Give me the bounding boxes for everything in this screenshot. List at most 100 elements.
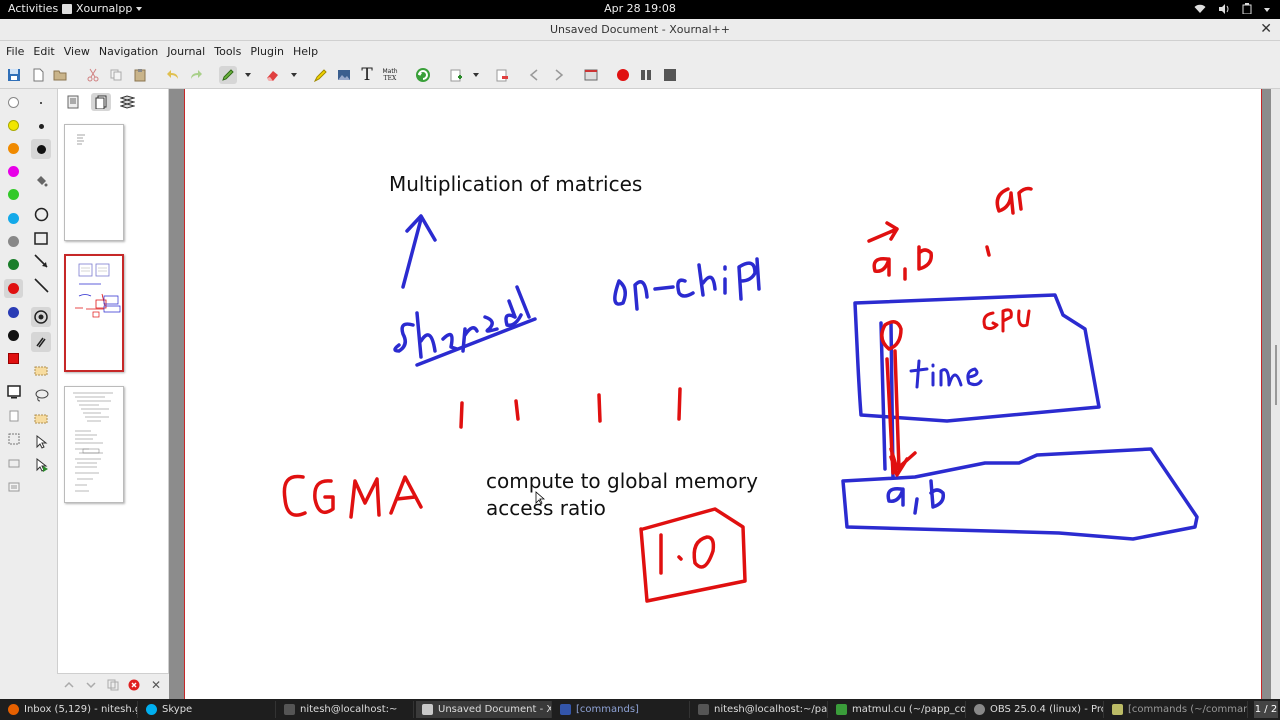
fill-button[interactable] bbox=[33, 173, 49, 189]
eraser-options-dropdown[interactable] bbox=[288, 66, 300, 84]
insert-page-button[interactable] bbox=[447, 66, 465, 84]
task-skype[interactable]: Skype bbox=[140, 701, 276, 718]
cut-button[interactable] bbox=[84, 66, 102, 84]
main-toolbar: T Math TEX bbox=[0, 62, 1280, 89]
color-gray[interactable] bbox=[8, 236, 19, 247]
task-commands-2[interactable]: [commands (~/comman... bbox=[1106, 701, 1248, 718]
new-document-button[interactable] bbox=[29, 66, 47, 84]
previous-page-button[interactable] bbox=[526, 66, 544, 84]
color-orange[interactable] bbox=[8, 143, 19, 154]
ruler-button[interactable] bbox=[31, 332, 51, 352]
task-commands[interactable]: [commands] bbox=[554, 701, 690, 718]
move-page-up-button[interactable] bbox=[63, 679, 75, 694]
hand-select-button[interactable] bbox=[33, 434, 49, 450]
draw-line-button[interactable] bbox=[33, 277, 49, 293]
color-black[interactable] bbox=[8, 330, 19, 341]
lasso-select-button[interactable] bbox=[33, 387, 49, 403]
chevron-down-icon bbox=[136, 6, 143, 11]
stop-icon bbox=[664, 69, 676, 81]
next-page-button[interactable] bbox=[549, 66, 567, 84]
ink-time-label bbox=[909, 359, 983, 389]
color-blue[interactable] bbox=[8, 307, 19, 318]
task-terminal-1[interactable]: nitesh@localhost:~ bbox=[278, 701, 414, 718]
highlighter-tool-button[interactable] bbox=[311, 66, 329, 84]
redo-button[interactable] bbox=[187, 66, 205, 84]
task-terminal-2[interactable]: nitesh@localhost:~/pap... bbox=[692, 701, 828, 718]
vertical-scrollbar[interactable] bbox=[1271, 89, 1280, 699]
delete-page-button[interactable] bbox=[493, 66, 511, 84]
shape-recognizer-button[interactable] bbox=[31, 307, 51, 327]
layers-tab[interactable] bbox=[119, 95, 136, 109]
menu-journal[interactable]: Journal bbox=[167, 41, 211, 62]
color-green[interactable] bbox=[8, 189, 19, 200]
insert-page-dropdown[interactable] bbox=[470, 66, 482, 84]
open-button[interactable] bbox=[51, 66, 69, 84]
undo-button[interactable] bbox=[164, 66, 182, 84]
menu-tools[interactable]: Tools bbox=[214, 41, 247, 62]
page-preview-tab[interactable] bbox=[67, 95, 81, 109]
menu-file[interactable]: File bbox=[6, 41, 30, 62]
clock[interactable]: Apr 28 19:08 bbox=[0, 2, 1280, 15]
record-button[interactable] bbox=[614, 66, 632, 84]
pen-tool-button[interactable] bbox=[219, 66, 237, 84]
paste-button[interactable] bbox=[131, 66, 149, 84]
copy-button[interactable] bbox=[107, 66, 125, 84]
task-xournal[interactable]: Unsaved Document - Xo... bbox=[416, 701, 552, 718]
paste-icon bbox=[134, 69, 146, 82]
pen-size-fine-button[interactable] bbox=[33, 95, 49, 111]
task-obs[interactable]: OBS 25.0.4 (linux) - Profi... bbox=[968, 701, 1104, 718]
document-page[interactable]: Multiplication of matrices compute to gl… bbox=[184, 89, 1262, 699]
page-number-button[interactable] bbox=[33, 363, 49, 379]
eraser-tool-button[interactable] bbox=[264, 66, 282, 84]
save-button[interactable] bbox=[5, 66, 23, 84]
rect-select-button[interactable] bbox=[33, 411, 49, 427]
math-tex-button[interactable]: Math TEX bbox=[381, 66, 399, 84]
select-rect-button-small[interactable] bbox=[6, 431, 21, 446]
pen-options-dropdown[interactable] bbox=[242, 66, 254, 84]
select-page-button[interactable] bbox=[6, 384, 21, 399]
delete-page-sidebar-button[interactable] bbox=[128, 679, 140, 694]
app-menu-button[interactable]: Xournalpp bbox=[62, 2, 143, 15]
menu-edit[interactable]: Edit bbox=[33, 41, 60, 62]
pen-size-medium-button[interactable] bbox=[33, 118, 49, 134]
close-sidebar-button[interactable]: ✕ bbox=[151, 678, 161, 692]
close-window-button[interactable]: ✕ bbox=[1260, 21, 1272, 37]
color-light-blue[interactable] bbox=[8, 213, 19, 224]
fullscreen-button[interactable] bbox=[582, 66, 600, 84]
vertical-space-button[interactable] bbox=[6, 455, 21, 470]
menu-help[interactable]: Help bbox=[293, 41, 324, 62]
menu-plugin[interactable]: Plugin bbox=[250, 41, 290, 62]
menu-view[interactable]: View bbox=[64, 41, 96, 62]
pause-button[interactable] bbox=[637, 66, 655, 84]
stop-button[interactable] bbox=[661, 66, 679, 84]
copy-page-button[interactable] bbox=[107, 679, 119, 694]
play-button[interactable] bbox=[33, 457, 49, 473]
system-tray[interactable] bbox=[1194, 3, 1270, 17]
activities-button[interactable]: Activities bbox=[8, 2, 58, 15]
page-thumbnail-2[interactable] bbox=[64, 254, 124, 372]
color-yellow[interactable] bbox=[8, 120, 19, 131]
custom-color-button[interactable] bbox=[8, 353, 19, 364]
lasso-button-small[interactable] bbox=[6, 408, 21, 423]
task-vscode[interactable]: matmul.cu (~/papp_cod... bbox=[830, 701, 966, 718]
layers-preview-tab[interactable] bbox=[91, 93, 111, 111]
menu-navigation[interactable]: Navigation bbox=[99, 41, 164, 62]
move-page-down-button[interactable] bbox=[85, 679, 97, 694]
color-dark-green[interactable] bbox=[8, 259, 19, 270]
pen-size-thick-button[interactable] bbox=[31, 139, 51, 159]
text-tool-button[interactable]: T bbox=[358, 65, 376, 85]
task-firefox-inbox[interactable]: Inbox (5,129) - nitesh.gu... bbox=[2, 701, 138, 718]
play-object-button[interactable] bbox=[6, 479, 21, 494]
page-thumbnail-1[interactable] bbox=[64, 124, 124, 241]
refresh-button[interactable] bbox=[414, 66, 432, 84]
image-tool-button[interactable] bbox=[335, 66, 353, 84]
draw-rectangle-button[interactable] bbox=[33, 230, 49, 246]
draw-ellipse-button[interactable] bbox=[33, 206, 49, 222]
draw-arrow-button[interactable] bbox=[33, 253, 49, 269]
page-thumbnail-3[interactable] bbox=[64, 386, 124, 503]
scrollbar-thumb[interactable] bbox=[1275, 345, 1277, 405]
workspace-pager[interactable]: 1 / 2 bbox=[1254, 701, 1278, 718]
color-white[interactable] bbox=[8, 97, 19, 108]
color-magenta[interactable] bbox=[8, 166, 19, 177]
color-red-selected[interactable] bbox=[4, 279, 23, 298]
